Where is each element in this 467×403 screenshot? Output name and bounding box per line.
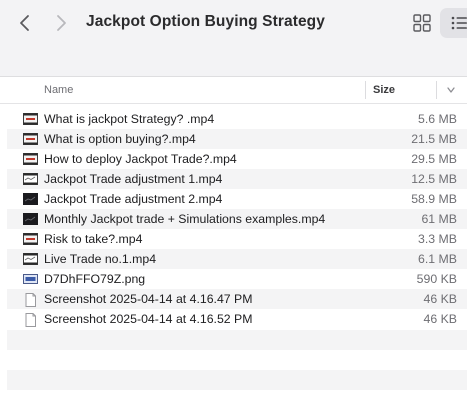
file-name: How to deploy Jackpot Trade?.mp4	[44, 152, 237, 166]
window-title: Jackpot Option Buying Strategy	[86, 13, 325, 30]
file-name: D7DhFFO79Z.png	[44, 272, 146, 286]
document-icon	[25, 313, 36, 327]
file-row[interactable]: Jackpot Trade adjustment 1.mp4 12.5 MB	[7, 169, 467, 189]
file-size: 590 KB	[416, 272, 457, 286]
file-name: Risk to take?.mp4	[44, 232, 143, 246]
column-divider[interactable]	[436, 81, 437, 99]
file-name: Jackpot Trade adjustment 2.mp4	[44, 192, 223, 206]
chevron-left-icon	[20, 15, 29, 31]
sort-chevron-icon[interactable]	[446, 85, 456, 95]
empty-row-stripe	[7, 330, 467, 350]
file-row[interactable]: Live Trade no.1.mp4 6.1 MB	[7, 249, 467, 269]
column-divider[interactable]	[365, 81, 366, 99]
file-row[interactable]: What is jackpot Strategy? .mp4 5.6 MB	[7, 109, 467, 129]
file-size: 3.3 MB	[418, 232, 457, 246]
file-row[interactable]: Risk to take?.mp4 3.3 MB	[7, 229, 467, 249]
grid-view-icon	[413, 14, 431, 32]
back-button[interactable]	[14, 12, 36, 34]
file-name: Screenshot 2025-04-14 at 4.16.52 PM	[44, 312, 253, 326]
forward-button[interactable]	[50, 12, 72, 34]
list-view-icon	[451, 16, 467, 30]
file-size: 46 KB	[423, 292, 458, 306]
file-size: 58.9 MB	[411, 192, 457, 206]
video-file-icon	[23, 193, 38, 205]
file-name: Live Trade no.1.mp4	[44, 252, 157, 266]
file-row[interactable]: Jackpot Trade adjustment 2.mp4 58.9 MB	[7, 189, 467, 209]
file-row[interactable]: How to deploy Jackpot Trade?.mp4 29.5 MB	[7, 149, 467, 169]
column-size-header[interactable]: Size	[373, 84, 395, 96]
empty-row-stripe	[7, 370, 467, 390]
column-header: Name Size	[0, 77, 467, 104]
file-row[interactable]: What is option buying?.mp4 21.5 MB	[7, 129, 467, 149]
file-name: What is jackpot Strategy? .mp4	[44, 112, 215, 126]
chevron-right-icon	[57, 15, 66, 31]
video-file-icon	[23, 133, 38, 145]
window-toolbar: Jackpot Option Buying Strategy	[0, 0, 467, 77]
file-name: Monthly Jackpot trade + Simulations exam…	[44, 212, 326, 226]
file-row[interactable]: Screenshot 2025-04-14 at 4.16.52 PM 46 K…	[7, 309, 467, 329]
image-file-icon	[23, 274, 38, 284]
file-name: Screenshot 2025-04-14 at 4.16.47 PM	[44, 292, 253, 306]
file-size: 5.6 MB	[418, 112, 457, 126]
file-size: 29.5 MB	[411, 152, 457, 166]
file-row[interactable]: Screenshot 2025-04-14 at 4.16.47 PM 46 K…	[7, 289, 467, 309]
video-file-icon	[23, 113, 38, 125]
file-size: 6.1 MB	[418, 252, 457, 266]
document-icon	[25, 293, 36, 307]
file-row[interactable]: D7DhFFO79Z.png 590 KB	[7, 269, 467, 289]
file-row[interactable]: Monthly Jackpot trade + Simulations exam…	[7, 209, 467, 229]
file-name: What is option buying?.mp4	[44, 132, 196, 146]
file-size: 61 MB	[421, 212, 457, 226]
file-name: Jackpot Trade adjustment 1.mp4	[44, 172, 223, 186]
file-list: What is jackpot Strategy? .mp4 5.6 MB Wh…	[7, 109, 467, 329]
file-size: 21.5 MB	[411, 132, 457, 146]
video-file-icon	[23, 253, 38, 265]
grid-view-button[interactable]	[410, 11, 434, 35]
video-file-icon	[23, 233, 38, 245]
column-name-header[interactable]: Name	[44, 84, 73, 96]
file-size: 46 KB	[423, 312, 458, 326]
video-file-icon	[23, 213, 38, 225]
file-size: 12.5 MB	[411, 172, 457, 186]
video-file-icon	[23, 173, 38, 185]
video-file-icon	[23, 153, 38, 165]
list-view-button[interactable]	[440, 8, 467, 38]
